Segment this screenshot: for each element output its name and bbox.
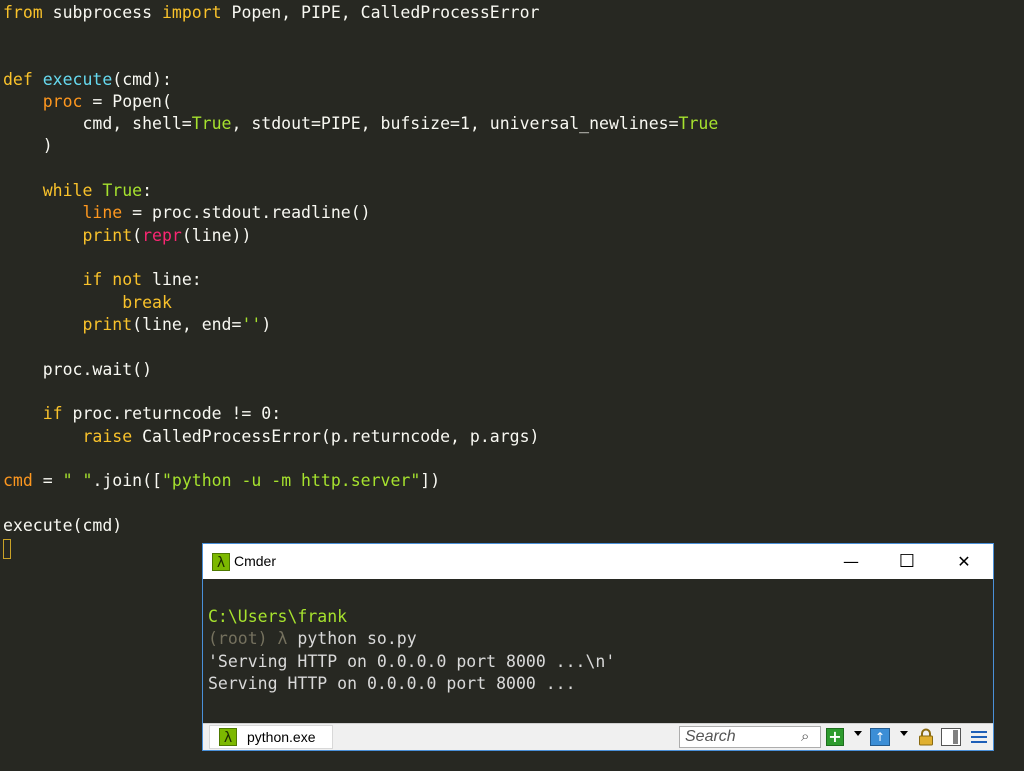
token: : (142, 181, 153, 200)
token: = proc.stdout.readline() (122, 203, 371, 222)
code-line-15: cmd = " ".join(["python -u -m http.serve… (3, 470, 440, 492)
token: cmd, shell= (3, 114, 192, 133)
token: (line, end= (132, 315, 242, 334)
hamburger-menu-icon[interactable] (969, 728, 989, 746)
code-line-5: ) (3, 136, 53, 155)
token: True (678, 114, 719, 133)
code-line-14: raise CalledProcessError(p.returncode, p… (3, 426, 539, 448)
code-line-9: if not line: (3, 269, 202, 291)
token: ( (132, 226, 143, 245)
code-line-4: cmd, shell=True, stdout=PIPE, bufsize=1,… (3, 113, 718, 135)
token: subprocess (42, 3, 162, 22)
token: if (42, 404, 63, 423)
cmder-window[interactable]: λ Cmder — ☐ ✕ C:\Users\frank (root) λ py… (202, 543, 994, 751)
token: Popen, PIPE, CalledProcessError (221, 3, 540, 22)
code-line-3: proc = Popen( (3, 91, 172, 113)
token: True (191, 114, 232, 133)
token: True (102, 181, 143, 200)
search-icon[interactable]: ⌕ (801, 727, 809, 745)
code-line-7: line = proc.stdout.readline() (3, 202, 371, 224)
token: (line)) (181, 226, 252, 245)
token: print (82, 226, 133, 245)
code-line-13: if proc.returncode != 0: (3, 403, 281, 425)
lock-icon[interactable] (917, 728, 935, 746)
window-title: Cmder (234, 553, 277, 569)
token: (cmd): (112, 70, 172, 89)
token: CalledProcessError(p.returncode, p.args) (132, 427, 540, 446)
tab-label: python.exe (247, 729, 316, 745)
minimize-button[interactable]: — (823, 544, 879, 579)
code-line-10: break (3, 292, 172, 314)
code-line-11: print(line, end='') (3, 314, 271, 336)
token: ]) (420, 471, 441, 490)
panel-icon[interactable] (941, 728, 961, 746)
token: cmd (3, 471, 33, 490)
token: def (3, 70, 33, 89)
token: = Popen( (82, 92, 172, 111)
terminal-output-line: 'Serving HTTP on 0.0.0.0 port 8000 ...\n… (208, 652, 616, 671)
token: import (161, 3, 222, 22)
token: line (82, 203, 123, 222)
search-input[interactable] (679, 726, 821, 748)
chevron-down-icon[interactable] (900, 731, 908, 736)
lambda-icon: λ (219, 728, 237, 746)
code-line-8: print(repr(line)) (3, 225, 251, 247)
lambda-icon: λ (212, 553, 230, 571)
token: = (32, 471, 63, 490)
terminal-output[interactable]: C:\Users\frank (root) λ python so.py 'Se… (203, 579, 993, 723)
close-button[interactable]: ✕ (936, 544, 992, 579)
code-line-2: def execute(cmd): (3, 69, 172, 91)
token: from (3, 3, 43, 22)
token: print (82, 315, 133, 334)
code-line-1: from subprocess import Popen, PIPE, Call… (3, 2, 539, 24)
terminal-prompt-line: (root) λ python so.py (208, 628, 417, 650)
token: line: (142, 270, 202, 289)
token: .join([ (92, 471, 162, 490)
token: break (122, 293, 172, 312)
token: " " (62, 471, 93, 490)
text-cursor (3, 539, 11, 559)
chevron-down-icon[interactable] (854, 731, 862, 736)
token: proc.returncode != 0: (62, 404, 282, 423)
token: "python -u -m http.server" (161, 471, 421, 490)
code-line-16: execute(cmd) (3, 516, 123, 535)
terminal-output-line: Serving HTTP on 0.0.0.0 port 8000 ... (208, 674, 576, 693)
token: repr (142, 226, 182, 245)
window-menu-button[interactable]: ↑ (870, 728, 890, 746)
token: , stdout=PIPE, bufsize=1, universal_newl… (231, 114, 679, 133)
title-bar[interactable]: λ Cmder — ☐ ✕ (203, 544, 993, 579)
token: while (42, 181, 93, 200)
token: ) (261, 315, 272, 334)
token: execute (42, 70, 113, 89)
code-line-12: proc.wait() (3, 360, 153, 379)
token: raise (82, 427, 133, 446)
code-line-6: while True: (3, 180, 152, 202)
tab-python-exe[interactable]: λ python.exe (209, 725, 333, 749)
prompt-env: (root) λ (208, 629, 288, 648)
token: '' (241, 315, 262, 334)
status-bar: λ python.exe ⌕ + ↑ (203, 723, 993, 750)
maximize-button[interactable]: ☐ (879, 544, 935, 579)
terminal-path: C:\Users\frank (208, 607, 348, 626)
new-console-button[interactable]: + (826, 728, 844, 746)
token: proc (42, 92, 83, 111)
token: if not (82, 270, 143, 289)
terminal-command: python so.py (287, 629, 417, 648)
